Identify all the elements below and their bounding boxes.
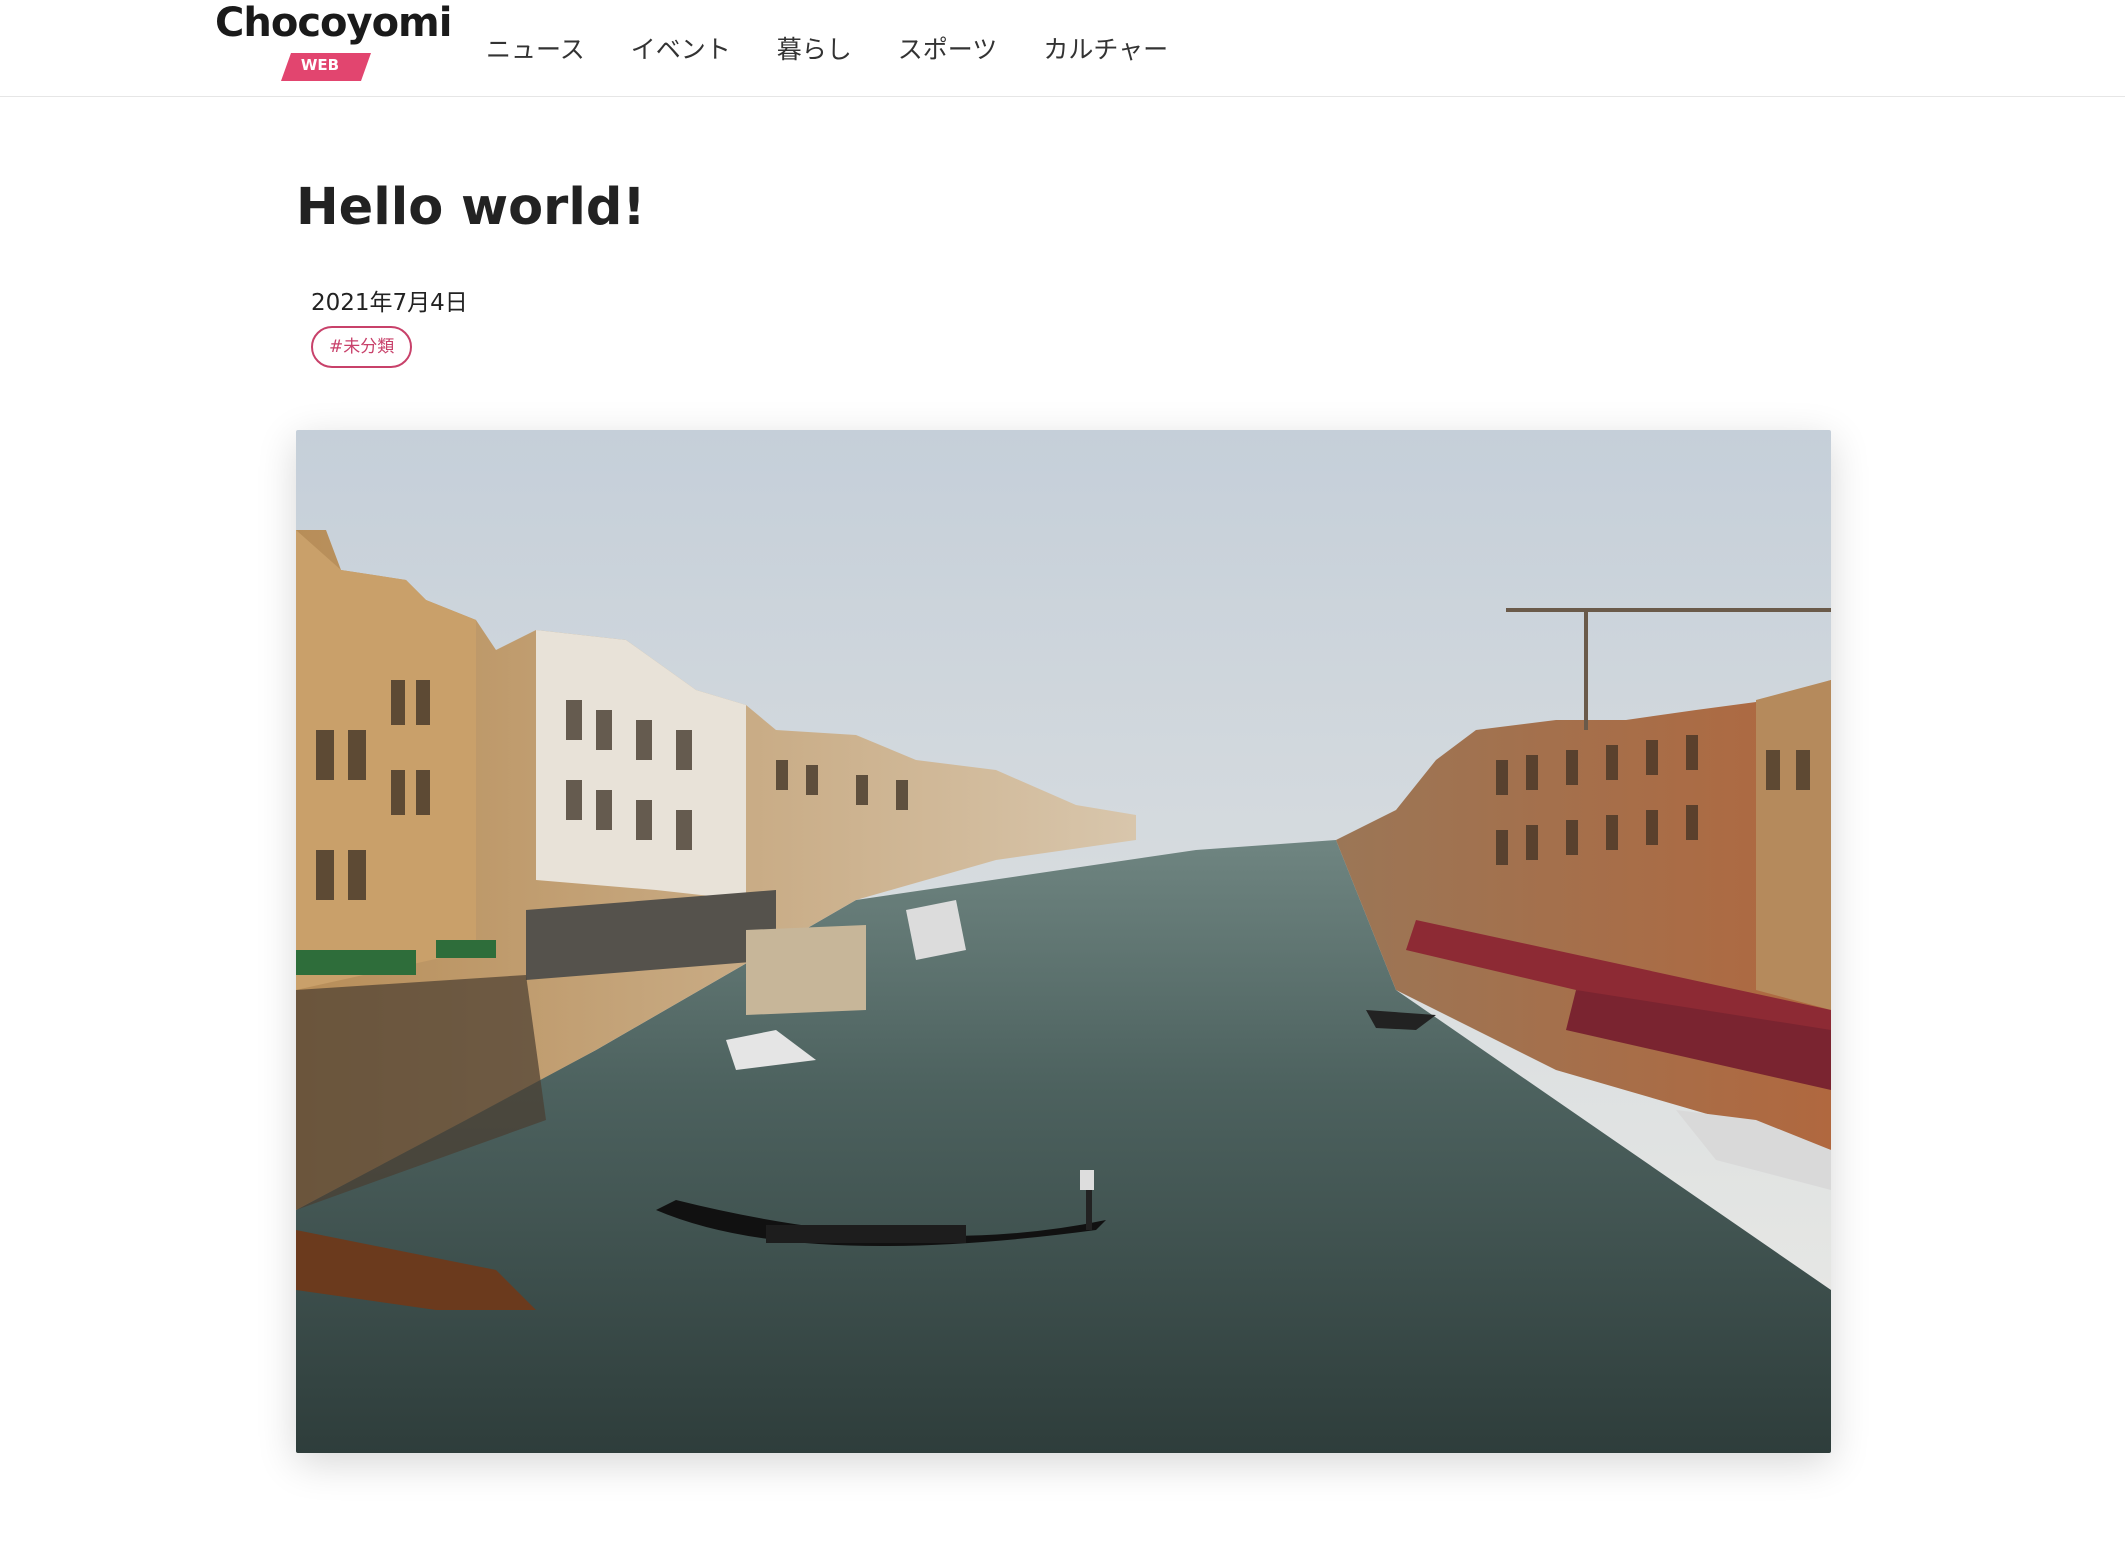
nav-item-sports[interactable]: スポーツ <box>898 30 998 66</box>
site-logo[interactable]: Chocoyomi WEB <box>215 0 452 84</box>
site-header: Chocoyomi WEB ニュース イベント 暮らし スポーツ カルチャー <box>0 0 2125 97</box>
post-date: 2021年7月4日 <box>311 290 468 316</box>
category-tag[interactable]: #未分類 <box>311 326 413 368</box>
nav-item-news[interactable]: ニュース <box>486 30 585 66</box>
logo-badge-text: WEB <box>300 56 340 74</box>
nav-item-living[interactable]: 暮らし <box>777 30 852 66</box>
logo-text: Chocoyomi <box>215 0 452 46</box>
nav-item-events[interactable]: イベント <box>631 30 731 66</box>
featured-image <box>296 430 1831 1453</box>
nav-item-culture[interactable]: カルチャー <box>1043 30 1168 66</box>
post-title: Hello world! <box>296 178 646 237</box>
logo-badge: WEB <box>281 53 371 81</box>
venice-canal-photo <box>296 430 1831 1453</box>
main-nav: ニュース イベント 暮らし スポーツ カルチャー <box>486 30 1214 66</box>
